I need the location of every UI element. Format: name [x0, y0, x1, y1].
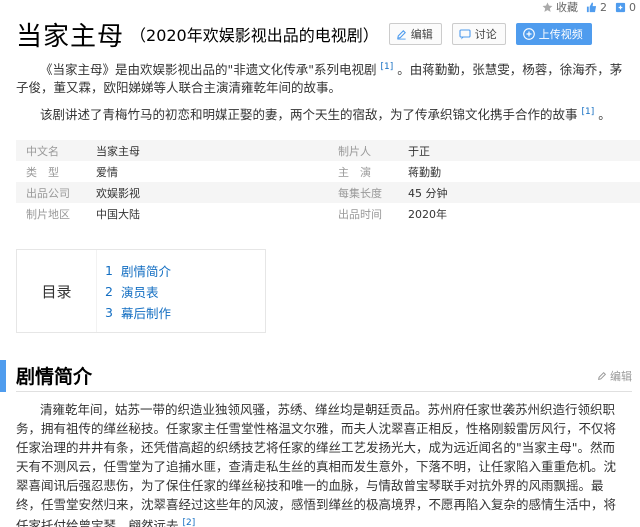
plot-paragraph: 清雍乾年间，姑苏一带的织造业独领风骚，苏绣、缂丝均是朝廷贡品。苏州府任家世袭苏州…: [16, 400, 624, 527]
info-row: 类 型 爱情 主 演 蒋勤勤: [16, 161, 640, 182]
info-key: 中文名: [26, 144, 59, 158]
info-value: 蒋勤勤: [408, 165, 441, 179]
toc-item-label: 幕后制作: [121, 306, 172, 321]
table-of-contents: 目录 1 剧情简介 2 演员表 3 幕后制作: [16, 249, 266, 333]
toc-item-label: 剧情简介: [121, 264, 172, 279]
discuss-button-label: 讨论: [474, 28, 497, 41]
info-value: 45 分钟: [408, 186, 448, 200]
star-icon: [542, 1, 553, 12]
summary-text-2-tail: 。: [598, 107, 611, 123]
info-value: 2020年: [408, 207, 447, 221]
page-title: 当家主母: [16, 21, 125, 52]
pencil-icon: [598, 371, 607, 380]
edit-button-label: 编辑: [410, 28, 433, 41]
edit-button[interactable]: 编辑: [388, 23, 442, 45]
toc-number: 2: [105, 284, 113, 299]
info-key: 出品时间: [338, 207, 382, 221]
toc-item-cast[interactable]: 2 演员表: [105, 281, 171, 302]
info-key: 主 演: [338, 165, 371, 179]
extra-count: 0: [629, 0, 636, 14]
top-actions: 收藏 2 0: [534, 0, 636, 14]
basic-info-table: 中文名 当家主母 制片人 于正 类 型 爱情 主 演 蒋勤勤 出品公司 欢娱影视 每集长度…: [16, 140, 640, 224]
info-key: 制片地区: [26, 207, 70, 221]
toc-item-production[interactable]: 3 幕后制作: [105, 302, 171, 323]
share-icon: [615, 2, 626, 12]
summary-paragraph-2: 该剧讲述了青梅竹马的初恋和明媒正娶的妻，两个天生的宿敌，为了传承织锦文化携手合作…: [16, 103, 624, 124]
page-subtitle: （2020年欢娱影视出品的电视剧）: [130, 26, 379, 45]
info-key: 每集长度: [338, 186, 382, 200]
info-value: 当家主母: [96, 144, 140, 158]
info-value: 中国大陆: [96, 207, 140, 221]
discuss-button[interactable]: 讨论: [451, 23, 506, 45]
plot-text-tail: 。: [199, 518, 212, 527]
summary-text-2: 该剧讲述了青梅竹马的初恋和明媒正娶的妻，两个天生的宿敌，为了传承织锦文化携手合作…: [40, 107, 578, 123]
lemma-summary: 《当家主母》是由欢娱影视出品的"非遗文化传承"系列电视剧 [1] 。由蒋勤勤，张…: [16, 58, 624, 130]
upload-video-label: 上传视频: [538, 28, 583, 41]
pencil-icon: [396, 29, 406, 40]
favorite-button[interactable]: 收藏: [542, 0, 578, 15]
reference-link[interactable]: [1]: [582, 107, 595, 117]
title-row: 当家主母 （2020年欢娱影视出品的电视剧） 编辑 讨论 上传视频: [16, 14, 632, 54]
favorite-label: 收藏: [556, 1, 578, 14]
like-button[interactable]: 2: [586, 1, 607, 14]
section-edit-button[interactable]: 编辑: [597, 368, 632, 384]
reference-link[interactable]: [2]: [183, 518, 196, 527]
upload-video-button[interactable]: 上传视频: [515, 23, 592, 45]
section-bar: 剧情简介 编辑: [16, 360, 632, 392]
chat-icon: [459, 28, 471, 39]
info-key: 制片人: [338, 144, 371, 158]
summary-text-1: 《当家主母》是由欢娱影视出品的"非遗文化传承"系列电视剧: [40, 62, 377, 78]
toc-number: 3: [105, 305, 113, 320]
extra-button[interactable]: 0: [615, 1, 636, 14]
toc-item-plot[interactable]: 1 剧情简介: [105, 260, 171, 281]
info-key: 类 型: [26, 165, 59, 179]
plot-text: 清雍乾年间，姑苏一带的织造业独领风骚，苏绣、缂丝均是朝廷贡品。苏州府任家世袭苏州…: [16, 402, 617, 527]
info-row: 出品公司 欢娱影视 每集长度 45 分钟: [16, 182, 640, 203]
like-count: 2: [600, 0, 607, 14]
info-value: 于正: [408, 144, 430, 158]
summary-paragraph-1: 《当家主母》是由欢娱影视出品的"非遗文化传承"系列电视剧 [1] 。由蒋勤勤，张…: [16, 58, 624, 97]
plus-circle-icon: [522, 28, 535, 40]
section-header: 剧情简介 编辑: [0, 360, 640, 392]
toc-label: 目录: [17, 250, 97, 332]
section-title: 剧情简介: [16, 366, 93, 388]
thumbs-up-icon: [586, 1, 597, 12]
toc-list: 1 剧情简介 2 演员表 3 幕后制作: [105, 260, 171, 323]
reference-link[interactable]: [1]: [381, 62, 394, 72]
toc-item-label: 演员表: [121, 285, 159, 300]
info-row: 制片地区 中国大陆 出品时间 2020年: [16, 203, 640, 224]
info-value: 爱情: [96, 165, 118, 179]
section-edit-label: 编辑: [610, 369, 632, 383]
info-value: 欢娱影视: [96, 186, 140, 200]
info-key: 出品公司: [26, 186, 70, 200]
toc-number: 1: [105, 263, 113, 278]
info-row: 中文名 当家主母 制片人 于正: [16, 140, 640, 161]
